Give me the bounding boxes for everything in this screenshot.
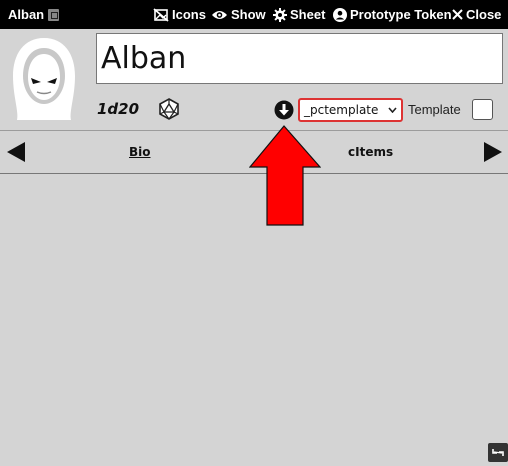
tab-scroll-left-icon[interactable] <box>6 141 26 163</box>
document-id-icon[interactable] <box>48 8 60 21</box>
show-button[interactable]: Show <box>211 7 266 22</box>
sheet-button[interactable]: Sheet <box>273 7 325 22</box>
annotation-arrow <box>249 125 321 226</box>
resize-icon <box>492 449 504 456</box>
close-button-label: Close <box>466 7 502 22</box>
prototype-token-label: Prototype Token <box>350 7 452 22</box>
gear-icon <box>273 7 287 22</box>
tab-bio[interactable]: Bio <box>129 145 151 159</box>
eye-icon <box>212 10 227 19</box>
chevron-down-icon <box>388 107 397 113</box>
tab-scroll-right-icon[interactable] <box>483 141 503 163</box>
window-header: Alban Icons Show Sheet Prototype Token C… <box>0 0 508 29</box>
tab-citems[interactable]: cItems <box>348 145 393 159</box>
hooded-figure-avatar[interactable] <box>9 34 79 122</box>
icons-button[interactable]: Icons <box>153 7 206 22</box>
window-title-label: Alban <box>8 7 45 22</box>
show-button-label: Show <box>231 7 266 22</box>
download-icon[interactable] <box>274 100 294 120</box>
roll-formula: 1d20 <box>97 100 140 118</box>
d20-dice-icon[interactable] <box>158 98 180 120</box>
prototype-token-button[interactable]: Prototype Token <box>333 7 452 22</box>
template-label: Template <box>408 102 461 117</box>
character-name-input[interactable] <box>96 33 503 84</box>
template-checkbox[interactable] <box>472 99 493 120</box>
image-off-icon <box>153 7 169 22</box>
template-select[interactable]: _pctemplate <box>298 98 403 122</box>
user-circle-icon <box>333 7 347 22</box>
resize-handle[interactable] <box>488 443 508 462</box>
close-button[interactable]: Close <box>452 7 501 22</box>
icons-button-label: Icons <box>172 7 206 22</box>
sheet-button-label: Sheet <box>290 7 326 22</box>
window-title[interactable]: Alban <box>8 7 60 22</box>
close-icon <box>452 9 463 20</box>
template-select-value: _pctemplate <box>304 103 379 117</box>
